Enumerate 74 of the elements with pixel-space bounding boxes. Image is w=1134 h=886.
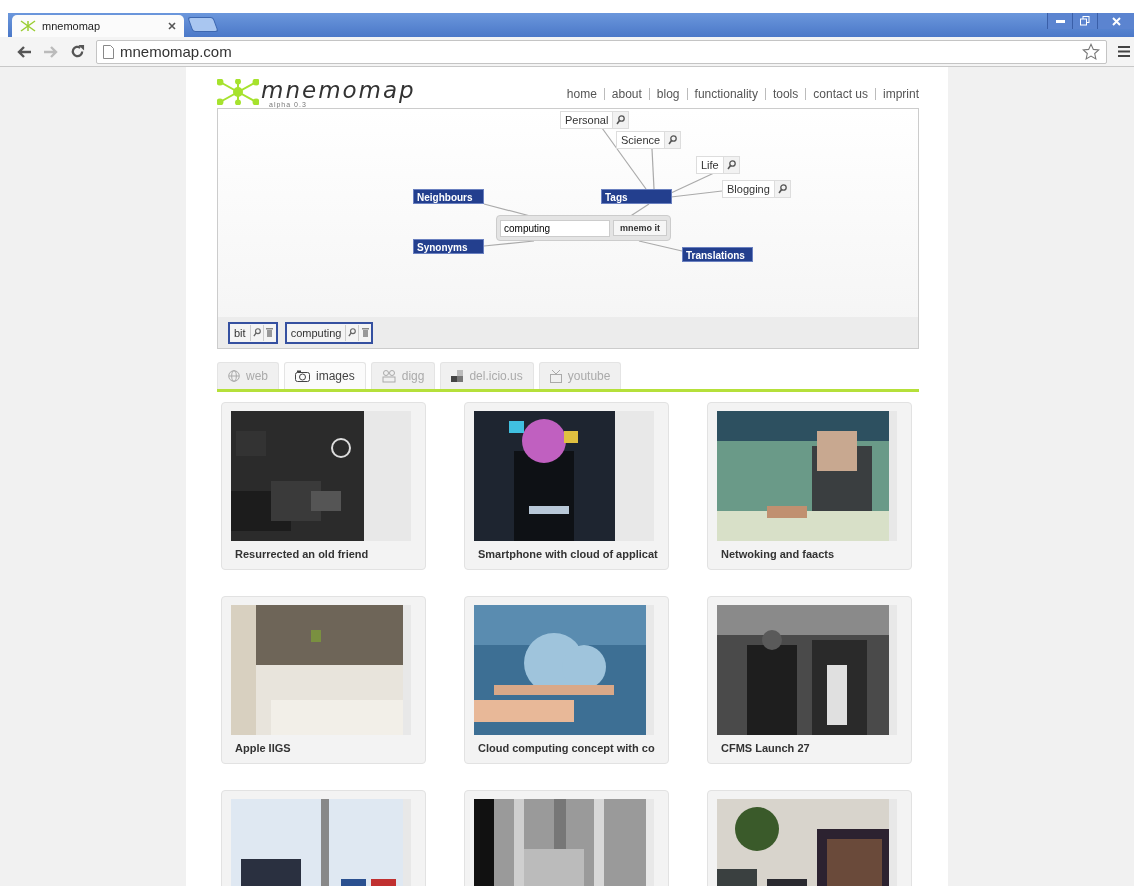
- search-button[interactable]: [665, 131, 682, 149]
- search-icon: [777, 184, 787, 194]
- search-icon: [252, 328, 261, 337]
- logo-wordmark[interactable]: mnemomap: [261, 79, 416, 101]
- search-icon: [616, 115, 626, 125]
- nav-link[interactable]: contact us: [805, 88, 875, 100]
- logo-icon: [217, 79, 259, 105]
- restore-icon: [1080, 16, 1090, 26]
- reload-icon[interactable]: [70, 44, 85, 59]
- star-icon[interactable]: [1082, 42, 1100, 61]
- category-node[interactable]: Tags: [601, 189, 672, 204]
- result-caption: Netwoking and faacts: [720, 548, 836, 560]
- trash-icon: [361, 328, 369, 337]
- delete-button[interactable]: [358, 324, 372, 341]
- result-caption: Cloud computing concept with co: [477, 742, 656, 754]
- tag-node[interactable]: Life: [696, 156, 724, 174]
- search-button[interactable]: [345, 324, 359, 341]
- url-text: mnemomap.com: [120, 43, 233, 60]
- tv-icon: [549, 369, 562, 383]
- close-icon[interactable]: [168, 22, 176, 30]
- nav-link[interactable]: functionality: [686, 88, 765, 100]
- nav-link[interactable]: imprint: [875, 88, 919, 100]
- result-card[interactable]: CFMS Launch 27: [707, 596, 912, 764]
- search-icon: [726, 160, 736, 170]
- result-card[interactable]: Apple IIGS: [221, 596, 426, 764]
- category-node[interactable]: Synonyms: [413, 239, 484, 254]
- mnemo-button[interactable]: mnemo it: [613, 220, 667, 236]
- result-card[interactable]: Netwoking and faacts: [707, 402, 912, 570]
- browser-tab[interactable]: mnemomap: [12, 15, 184, 37]
- search-button[interactable]: [249, 324, 263, 341]
- nav-link[interactable]: blog: [648, 88, 687, 100]
- tag-node[interactable]: Science: [616, 131, 666, 149]
- delete-button[interactable]: [262, 324, 276, 341]
- squares-icon: [451, 370, 464, 382]
- people-icon: [381, 369, 396, 383]
- back-icon[interactable]: [16, 44, 32, 59]
- source-tab[interactable]: images: [284, 362, 366, 389]
- tab-title: mnemomap: [42, 20, 102, 32]
- page-icon: [103, 44, 114, 59]
- close-icon: [1111, 16, 1121, 26]
- minimize-icon: [1055, 19, 1065, 23]
- trash-icon: [266, 328, 274, 337]
- result-caption: Resurrected an old friend: [234, 548, 370, 560]
- chip-label[interactable]: bit: [230, 326, 250, 339]
- result-caption: CFMS Launch 27: [720, 742, 811, 754]
- connector-line: [651, 148, 655, 190]
- chip-label[interactable]: computing: [286, 326, 346, 339]
- search-icon: [348, 328, 357, 337]
- minimize-button[interactable]: [1047, 13, 1072, 29]
- nav-link[interactable]: tools: [764, 88, 806, 100]
- result-card[interactable]: Cloud computing concept with co: [464, 596, 669, 764]
- search-icon: [668, 135, 678, 145]
- result-card[interactable]: Smartphone with cloud of applicat: [464, 402, 669, 570]
- close-window-button[interactable]: [1097, 13, 1134, 29]
- camera-icon: [295, 370, 310, 382]
- restore-button[interactable]: [1072, 13, 1097, 29]
- search-button[interactable]: [613, 111, 630, 129]
- connector-line: [638, 240, 683, 252]
- tag-node[interactable]: Blogging: [722, 180, 775, 198]
- globe-icon: [228, 370, 240, 382]
- new-tab-button[interactable]: [187, 17, 219, 32]
- connector-line: [483, 240, 535, 247]
- asterisk-logo-icon: [20, 20, 36, 32]
- result-caption: Smartphone with cloud of applicat: [477, 548, 659, 560]
- result-caption: Apple IIGS: [234, 742, 292, 754]
- menu-icon[interactable]: [1118, 46, 1130, 57]
- address-bar[interactable]: mnemomap.com: [96, 39, 1107, 64]
- nav-link[interactable]: home: [559, 88, 604, 100]
- category-node[interactable]: Neighbours: [413, 189, 484, 204]
- nav-link[interactable]: about: [603, 88, 649, 100]
- tag-node[interactable]: Personal: [560, 111, 614, 129]
- search-field[interactable]: computing: [500, 219, 610, 237]
- result-card[interactable]: Resurrected an old friend: [221, 402, 426, 570]
- category-node[interactable]: Translations: [682, 247, 753, 262]
